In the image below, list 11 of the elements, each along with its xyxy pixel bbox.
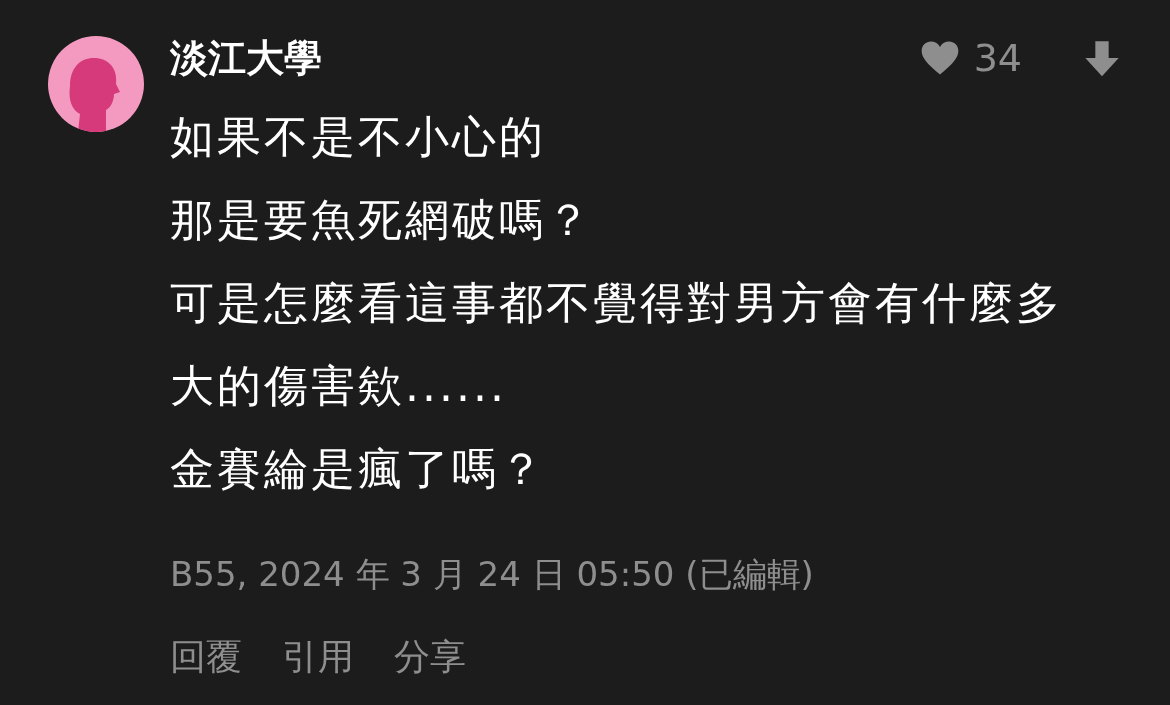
comment-text-line: 大的傷害欸...... (170, 359, 508, 413)
comment-text-line: 可是怎麼看這事都不覺得對男方會有什麼多 (170, 276, 1064, 330)
action-link[interactable]: 引用 (282, 632, 354, 682)
post-meta: B55, 2024 年 3 月 24 日 05:50 (已編輯) (170, 553, 815, 596)
comment-text-line: 金賽綸是瘋了嗎？ (170, 442, 547, 496)
comment-text-line: 那是要魚死網破嗎？ (170, 193, 594, 247)
comment-text-line: 如果不是不小心的 (170, 110, 547, 164)
action-link[interactable]: 回覆 (170, 632, 242, 682)
author-name[interactable]: 淡江大學 (170, 39, 322, 77)
action-link[interactable]: 分享 (394, 632, 466, 682)
like-button[interactable]: 34 (917, 36, 1022, 80)
